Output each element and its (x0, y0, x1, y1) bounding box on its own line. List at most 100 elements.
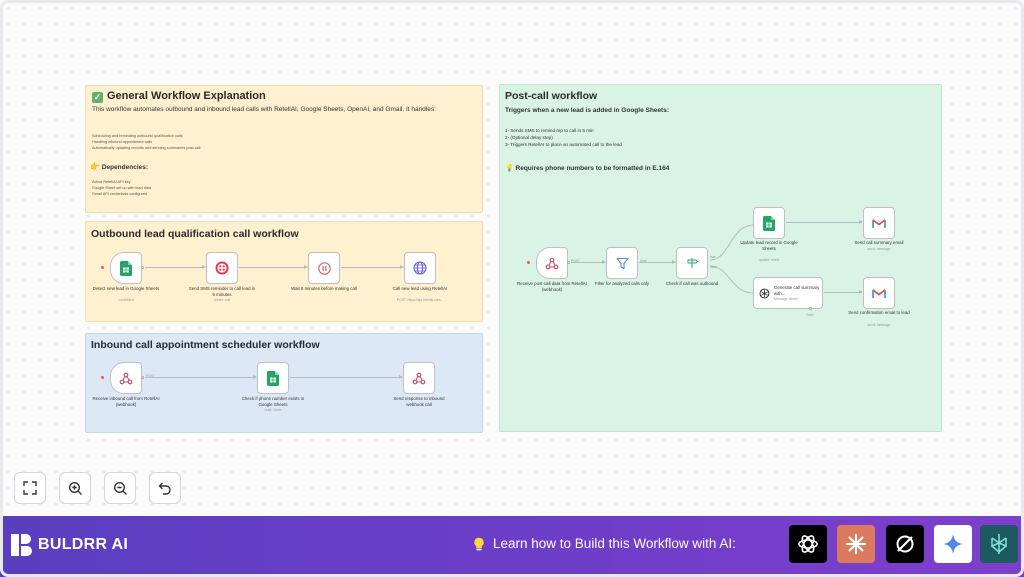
trigger-indicator (101, 266, 104, 269)
postcall-node-summary-email-sub: send: message (867, 247, 891, 251)
lightbulb-icon: 💡 (505, 165, 514, 172)
webhook-icon (545, 257, 559, 269)
postcall-requirement: 💡 Requires phone numbers to be formatted… (505, 165, 670, 172)
connection-line (341, 265, 404, 269)
postcall-node-update-sheet-sub: update: sheet (758, 258, 780, 262)
brand-logo[interactable]: BULDRR AI (10, 532, 128, 558)
inbound-node-sheets-sub: read: sheet (264, 408, 282, 412)
connection-line (824, 290, 863, 294)
inbound-node-webhook-label: Receive inbound call from RetellAI (webh… (92, 396, 160, 407)
twilio-icon (215, 261, 229, 275)
fit-view-button[interactable] (14, 472, 46, 504)
postcall-node-confirmation-email[interactable] (863, 277, 895, 309)
general-note-description: This workflow automates outbound and inb… (92, 106, 436, 113)
chatgpt-icon (798, 535, 818, 553)
postcall-node-summary-email[interactable] (863, 207, 895, 239)
gemini-button[interactable] (934, 525, 972, 563)
postcall-node-confirmation-email-label: Send confirmation email to lead (848, 310, 910, 315)
general-explanation-note[interactable]: ✓ General Workflow Explanation This workf… (85, 85, 483, 213)
outbound-node-sheets-label: Detect new lead in Google Sheets (92, 286, 160, 291)
zoom-in-button[interactable] (59, 472, 91, 504)
outbound-node-http-sub: POST: https://api.retellai.com... (396, 298, 444, 302)
postcall-node-switch-label: Check if call was outbound (665, 281, 719, 286)
perplexity-alt-button[interactable] (980, 525, 1018, 563)
trigger-indicator (101, 376, 104, 379)
gemini-icon (943, 534, 963, 554)
outbound-node-wait[interactable] (308, 252, 340, 284)
general-note-title: ✓ General Workflow Explanation (92, 90, 266, 103)
outbound-node-twilio[interactable] (206, 252, 238, 284)
zoom-out-icon (113, 481, 127, 495)
connection-line (786, 220, 863, 224)
outbound-note-title: Outbound lead qualification call workflo… (91, 228, 299, 240)
outbound-node-wait-label: Wait 5 minutes before making call (291, 286, 357, 291)
true-tag: true (710, 255, 716, 259)
checkmark-icon: ✓ (92, 92, 103, 103)
dependencies-list: Active RetellAI API key Google Sheet set… (92, 180, 152, 196)
claude-icon (845, 533, 867, 555)
postcall-node-confirmation-email-sub: send: message (867, 323, 891, 327)
output-port[interactable] (141, 266, 144, 269)
tools-tag: Tools (806, 313, 814, 317)
buldrr-logo-icon (11, 534, 32, 556)
postcall-node-update-sheet-label: Update lead record in Google Sheets (740, 240, 798, 251)
outbound-node-sheets[interactable] (110, 252, 142, 284)
postcall-node-filter[interactable] (606, 247, 638, 279)
tools-port[interactable] (809, 307, 812, 310)
openai-icon (759, 288, 770, 298)
postcall-node-webhook[interactable] (536, 247, 568, 279)
inbound-node-sheets-label: Check if phone number exists in Google S… (241, 396, 305, 407)
connection-line (290, 375, 403, 379)
inbound-node-webhook[interactable] (110, 362, 142, 394)
brand-name: BULDRR AI (38, 536, 129, 553)
webhook-icon (412, 372, 426, 384)
google-sheets-icon (120, 260, 132, 276)
postcall-node-filter-label: Filter for analyzed calls only (594, 281, 650, 286)
wait-icon (317, 261, 331, 275)
handles-list: Scheduling and reminding outbound qualif… (92, 134, 201, 150)
perplexity-button[interactable] (886, 525, 924, 563)
chatgpt-button[interactable] (789, 525, 827, 563)
outbound-node-http[interactable] (404, 252, 436, 284)
filter-icon (615, 257, 629, 269)
output-port[interactable] (567, 261, 570, 264)
undo-button[interactable] (149, 472, 181, 504)
learn-banner-text: Learn how to Build this Workflow with AI… (473, 536, 736, 551)
switch-icon (687, 258, 699, 268)
postcall-node-openai-sub: Message Model (773, 296, 798, 301)
webhook-icon (119, 372, 133, 384)
outbound-node-twilio-label: Send SMS reminder to call lead in 5 minu… (188, 286, 256, 297)
output-port[interactable] (141, 376, 144, 379)
inbound-node-respond[interactable] (403, 362, 435, 394)
false-tag: false (710, 265, 717, 269)
perplexity-alt-icon (991, 534, 1007, 554)
postcall-node-update-sheet[interactable] (753, 207, 785, 239)
postcall-trigger-text: Triggers when a new lead is added in Goo… (505, 107, 669, 114)
expand-icon (23, 481, 37, 495)
undo-icon (158, 482, 171, 495)
http-request-icon (413, 261, 427, 275)
connection-line (639, 260, 676, 264)
inbound-node-sheets[interactable] (257, 362, 289, 394)
gmail-icon (872, 287, 886, 298)
outbound-node-twilio-sub: create: call (213, 298, 231, 302)
inbound-note-title: Inbound call appointment scheduler workf… (91, 339, 320, 351)
connection-line (145, 375, 257, 379)
zoom-in-icon (68, 481, 82, 495)
postcall-node-switch[interactable] (676, 247, 708, 279)
connection-line (571, 260, 606, 264)
postcall-node-openai[interactable]: Generate call summary with... Message Mo… (753, 277, 823, 309)
postcall-steps: 1- Sends SMS to remind rep to call in 5 … (505, 128, 622, 148)
dependencies-title: 👉 Dependencies: (90, 162, 149, 171)
perplexity-icon (896, 535, 914, 553)
google-sheets-icon (267, 370, 279, 386)
inbound-node-respond-label: Send response to inbound webhook call (393, 396, 445, 407)
postcall-note-title: Post-call workflow (505, 90, 598, 102)
outbound-node-sheets-sub: rowAdded (118, 298, 134, 302)
pointing-hand-icon: 👉 (90, 162, 100, 171)
google-sheets-icon (763, 215, 775, 231)
claude-button[interactable] (837, 525, 875, 563)
postcall-node-openai-label: Generate call summary with... (773, 285, 820, 296)
postcall-node-summary-email-label: Send call summary email (854, 240, 904, 245)
zoom-out-button[interactable] (104, 472, 136, 504)
